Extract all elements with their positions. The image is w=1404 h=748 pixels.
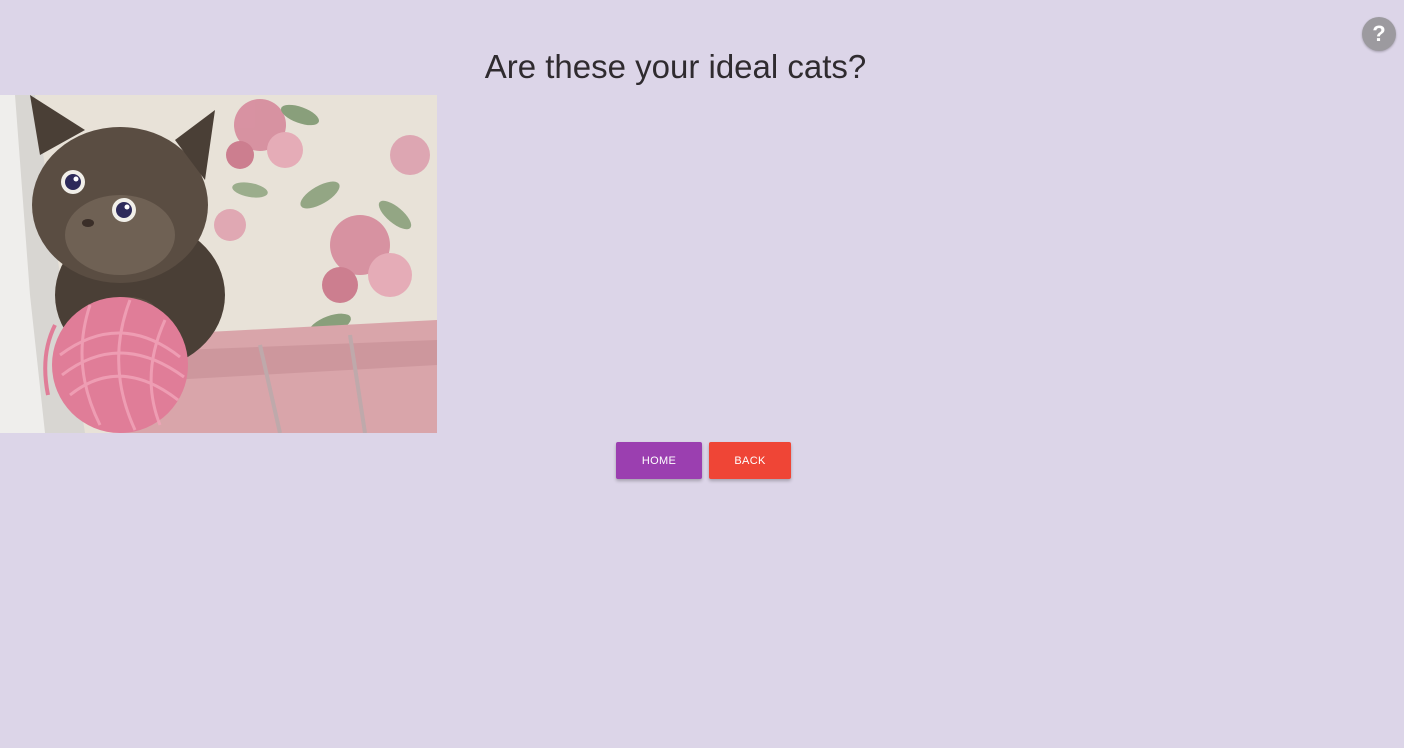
home-button[interactable]: HOME	[616, 442, 702, 479]
page-title: Are these your ideal cats?	[484, 48, 867, 85]
back-button[interactable]: BACK	[709, 442, 791, 479]
help-icon: ?	[1372, 21, 1386, 46]
cat-photo	[0, 95, 437, 433]
kitten-with-yarn-illustration	[0, 95, 437, 433]
help-button[interactable]: ?	[1362, 17, 1396, 51]
